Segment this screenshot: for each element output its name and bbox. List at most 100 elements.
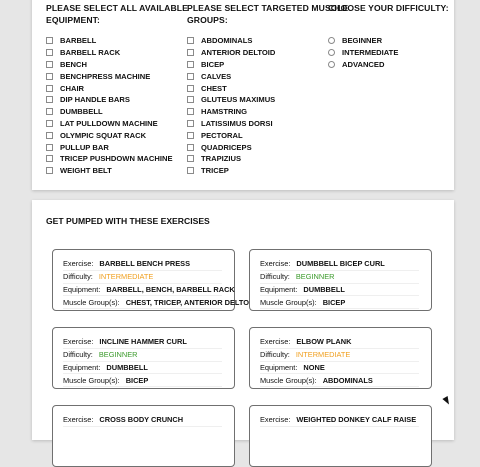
equipment-option-bench[interactable]: BENCH: [46, 59, 188, 71]
equipment-option-barbell-rack[interactable]: BARBELL RACK: [46, 47, 188, 59]
muscle-checkbox[interactable]: [187, 119, 194, 127]
difficulty-column: CHOOSE YOUR DIFFICULTY: BEGINNER INTERMED…: [328, 2, 449, 70]
exercise-card[interactable]: Exercise: INCLINE HAMMER CURL Difficulty: B…: [52, 327, 235, 389]
equipment-checkbox[interactable]: [46, 119, 53, 127]
exercise-card[interactable]: Exercise: ELBOW PLANK Difficulty: INTERMEDI…: [249, 327, 432, 389]
muscle-option-anterior-deltoid[interactable]: ANTERIOR DELTOID: [187, 47, 348, 59]
exercise-card[interactable]: Exercise: BARBELL BENCH PRESS Difficulty: I…: [52, 249, 256, 311]
difficulty-radio[interactable]: [328, 49, 335, 57]
muscle-option-bicep[interactable]: BICEP: [187, 59, 348, 71]
exercise-card-muscle-row: Muscle Group(s): BICEP: [260, 296, 419, 310]
equipment-option-weight-belt[interactable]: WEIGHT BELT: [46, 165, 188, 177]
equipment-checkbox[interactable]: [46, 167, 53, 175]
muscle-option-tricep[interactable]: TRICEP: [187, 165, 348, 177]
exercise-card-difficulty-row: Difficulty: INTERMEDIATE: [63, 271, 222, 284]
equipment-option-tricep-pushdown-machine[interactable]: TRICEP PUSHDOWN MACHINE: [46, 153, 188, 165]
exercise-card[interactable]: Exercise: CROSS BODY CRUNCH: [52, 405, 235, 467]
muscle-checkbox[interactable]: [187, 37, 194, 45]
muscle-checkbox[interactable]: [187, 72, 194, 80]
exercise-card-equipment-label: Equipment:: [260, 284, 298, 294]
muscle-checkbox[interactable]: [187, 96, 194, 104]
exercise-card-equipment-row: Equipment: BARBELL, BENCH, BARBELL RACK: [63, 284, 235, 297]
equipment-checkbox[interactable]: [46, 60, 53, 68]
equipment-option-benchpress-machine[interactable]: BENCHPRESS MACHINE: [46, 70, 188, 82]
equipment-option-dip-handle-bars[interactable]: DIP HANDLE BARS: [46, 94, 188, 106]
equipment-checkbox[interactable]: [46, 155, 53, 163]
equipment-checkbox[interactable]: [46, 143, 53, 151]
equipment-option-label: BENCH: [60, 59, 88, 69]
muscle-option-calves[interactable]: CALVES: [187, 70, 348, 82]
difficulty-option-advanced[interactable]: ADVANCED: [328, 59, 449, 71]
exercise-card-exercise-value: ELBOW PLANK: [296, 337, 352, 347]
exercise-card-muscle-row: Muscle Group(s): CHEST, TRICEP, ANTERIOR …: [63, 296, 256, 310]
muscle-checkbox[interactable]: [187, 143, 194, 151]
exercise-card-equipment-label: Equipment:: [63, 284, 101, 294]
equipment-checkbox[interactable]: [46, 96, 53, 104]
equipment-checkbox[interactable]: [46, 108, 53, 116]
muscle-option-label: PECTORAL: [201, 130, 243, 140]
exercise-card[interactable]: Exercise: WEIGHTED DONKEY CALF RAISE: [249, 405, 432, 467]
equipment-checkbox[interactable]: [46, 49, 53, 57]
muscle-checkbox[interactable]: [187, 155, 194, 163]
difficulty-list: BEGINNER INTERMEDIATE ADVANCED: [328, 35, 449, 70]
exercise-card-muscle-value: BICEP: [125, 375, 149, 385]
exercise-card-exercise-label: Exercise:: [260, 259, 291, 269]
muscle-option-latissimus-dorsi[interactable]: LATISSIMUS DORSI: [187, 118, 348, 130]
equipment-checkbox[interactable]: [46, 131, 53, 139]
equipment-heading-line2: EQUIPMENT:: [46, 15, 100, 25]
equipment-heading-line1: PLEASE SELECT ALL AVAILABLE: [46, 3, 188, 13]
muscle-checkbox[interactable]: [187, 108, 194, 116]
muscle-checkbox[interactable]: [187, 60, 194, 68]
equipment-option-barbell[interactable]: BARBELL: [46, 35, 188, 47]
muscle-option-gluteus-maximus[interactable]: GLUTEUS MAXIMUS: [187, 94, 348, 106]
equipment-option-dumbbell[interactable]: DUMBBELL: [46, 106, 188, 118]
equipment-option-pullup-bar[interactable]: PULLUP BAR: [46, 141, 188, 153]
equipment-option-label: BARBELL RACK: [60, 48, 121, 58]
exercise-card-equipment-label: Equipment:: [63, 362, 101, 372]
equipment-checkbox[interactable]: [46, 72, 53, 80]
muscle-checkbox[interactable]: [187, 167, 194, 175]
muscle-list: ABDOMINALS ANTERIOR DELTOID BICEP CALVES CHE…: [187, 35, 348, 177]
equipment-option-chair[interactable]: CHAIR: [46, 82, 188, 94]
muscle-option-trapizius[interactable]: TRAPIZIUS: [187, 153, 348, 165]
exercise-card-exercise-row: Exercise: ELBOW PLANK: [260, 336, 419, 349]
equipment-option-label: PULLUP BAR: [60, 142, 109, 152]
exercise-card-exercise-row: Exercise: DUMBBELL BICEP CURL: [260, 258, 419, 271]
exercise-card-exercise-value: BARBELL BENCH PRESS: [99, 259, 191, 269]
muscle-option-quadriceps[interactable]: QUADRICEPS: [187, 141, 348, 153]
equipment-column: PLEASE SELECT ALL AVAILABLE EQUIPMENT: B…: [46, 2, 188, 177]
muscle-option-abdominals[interactable]: ABDOMINALS: [187, 35, 348, 47]
exercise-card-exercise-value: WEIGHTED DONKEY CALF RAISE: [296, 415, 417, 425]
muscle-option-pectoral[interactable]: PECTORAL: [187, 129, 348, 141]
difficulty-radio[interactable]: [328, 60, 335, 68]
difficulty-option-intermediate[interactable]: INTERMEDIATE: [328, 47, 449, 59]
equipment-checkbox[interactable]: [46, 37, 53, 45]
equipment-checkbox[interactable]: [46, 84, 53, 92]
muscle-checkbox[interactable]: [187, 49, 194, 57]
difficulty-radio[interactable]: [328, 37, 335, 45]
equipment-option-label: BARBELL: [60, 36, 97, 46]
equipment-option-olympic-squat-rack[interactable]: OLYMPIC SQUAT RACK: [46, 129, 188, 141]
exercise-card-equipment-value: BARBELL, BENCH, BARBELL RACK: [106, 284, 235, 294]
muscle-checkbox[interactable]: [187, 84, 194, 92]
exercise-card-muscle-label: Muscle Group(s):: [260, 297, 317, 307]
equipment-option-label: DIP HANDLE BARS: [60, 95, 130, 105]
exercise-card-difficulty-value: BEGINNER: [98, 350, 138, 360]
muscle-option-chest[interactable]: CHEST: [187, 82, 348, 94]
equipment-option-label: WEIGHT BELT: [60, 166, 112, 176]
muscle-checkbox[interactable]: [187, 131, 194, 139]
exercise-card-muscle-label: Muscle Group(s):: [63, 375, 120, 385]
muscle-option-hamstring[interactable]: HAMSTRING: [187, 106, 348, 118]
muscle-option-label: ANTERIOR DELTOID: [201, 48, 276, 58]
muscle-option-label: HAMSTRING: [201, 107, 247, 117]
exercise-card[interactable]: Exercise: DUMBBELL BICEP CURL Difficulty: B…: [249, 249, 432, 311]
exercise-card-difficulty-row: Difficulty: INTERMEDIATE: [260, 349, 419, 362]
muscle-option-label: BICEP: [201, 59, 225, 69]
exercise-card-equipment-value: NONE: [303, 362, 325, 372]
exercise-card-difficulty-value: BEGINNER: [295, 272, 335, 282]
equipment-option-lat-pulldown-machine[interactable]: LAT PULLDOWN MACHINE: [46, 118, 188, 130]
exercise-card-exercise-label: Exercise:: [260, 337, 291, 347]
muscle-heading-line2: GROUPS:: [187, 15, 228, 25]
exercise-card-difficulty-label: Difficulty:: [63, 272, 93, 282]
difficulty-option-beginner[interactable]: BEGINNER: [328, 35, 449, 47]
